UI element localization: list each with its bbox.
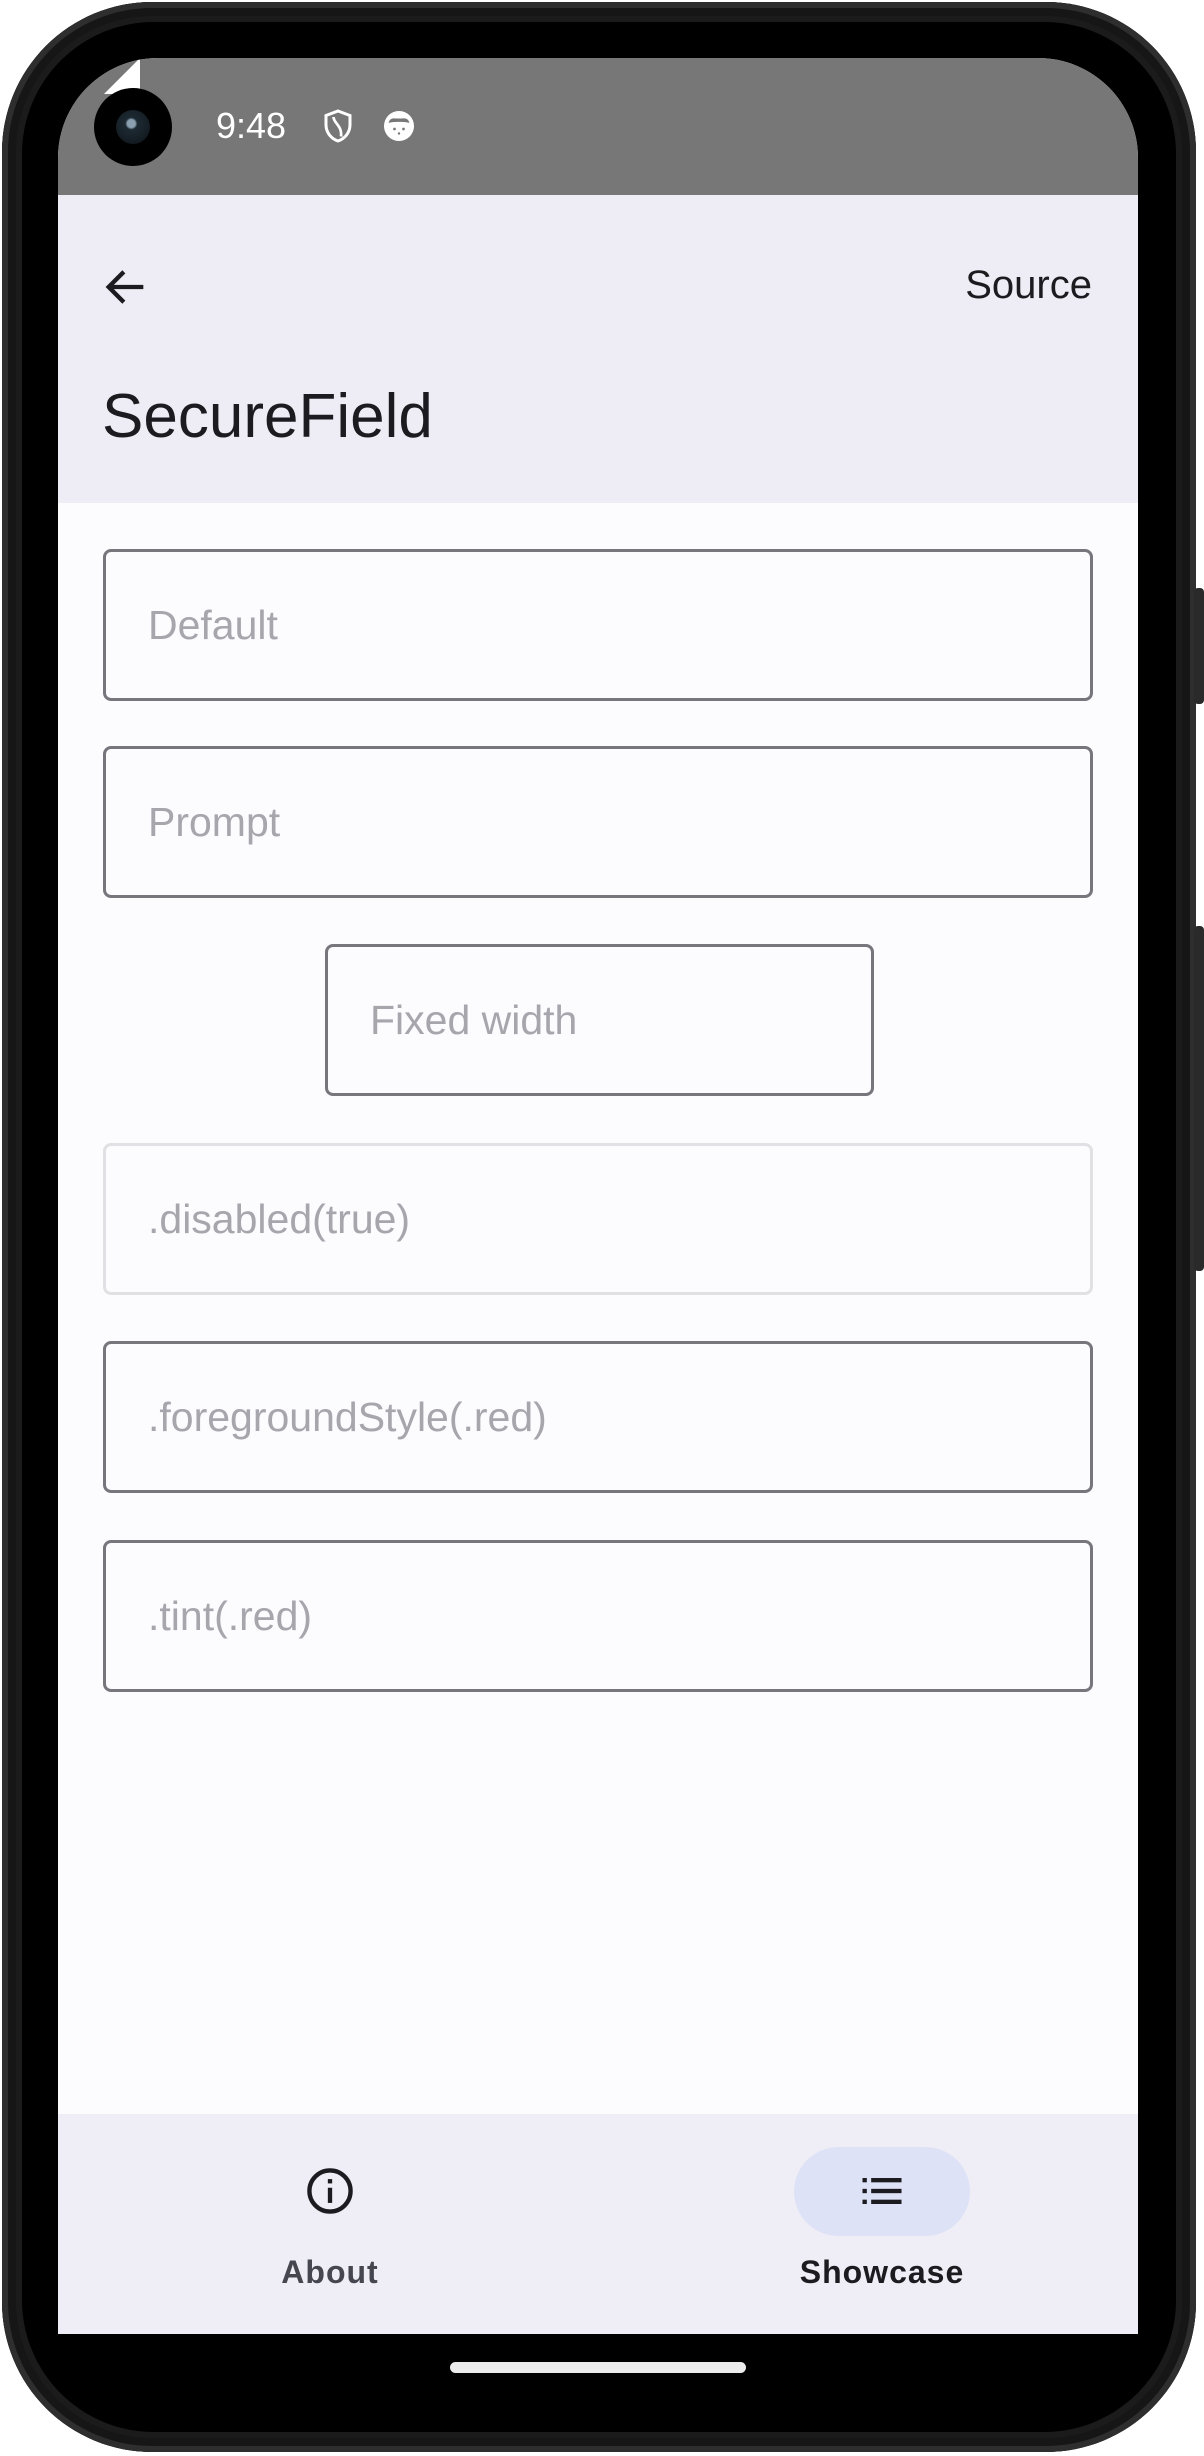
nav-item-showcase[interactable]: Showcase [732,2114,1032,2334]
volume-button [1194,926,1204,1271]
page-title: SecureField [102,382,433,451]
secure-field-fixed-width[interactable]: Fixed width [325,944,874,1096]
back-button[interactable] [94,255,158,319]
wifi-icon [59,61,99,92]
cat-icon [384,111,414,141]
secure-field-default[interactable]: Default [103,549,1093,701]
nav-item-about[interactable]: About [180,2114,480,2334]
nav-label: About [281,2254,379,2290]
field-placeholder: .foregroundStyle(.red) [148,1393,547,1440]
secure-field-prompt[interactable]: Prompt [103,746,1093,898]
status-bar: 9:48 [58,58,1138,195]
home-indicator[interactable] [450,2362,746,2373]
secure-field-disabled: .disabled(true) [103,1143,1093,1295]
screen: 9:48 Source SecureField Default Prompt F… [58,58,1138,2334]
info-icon [307,2168,353,2214]
camera-cutout [94,88,172,166]
shield-icon [324,109,352,143]
top-app-bar: Source SecureField [58,195,1138,503]
arrow-back-icon [105,270,144,304]
power-button [1194,588,1204,704]
bottom-navigation: About Showcase [58,2114,1138,2334]
list-icon [862,2178,902,2204]
nav-label: Showcase [799,2254,965,2290]
secure-field-tint[interactable]: .tint(.red) [103,1540,1093,1692]
field-placeholder: .disabled(true) [148,1195,411,1242]
field-placeholder: Prompt [148,798,281,845]
field-placeholder: .tint(.red) [148,1592,313,1639]
field-placeholder: Default [148,601,278,648]
status-time: 9:48 [216,105,287,146]
field-placeholder: Fixed width [370,996,578,1043]
source-button[interactable]: Source [965,263,1092,308]
field-list: Default Prompt Fixed width .disabled(tru… [58,503,1138,2114]
secure-field-foreground-style[interactable]: .foregroundStyle(.red) [103,1341,1093,1493]
